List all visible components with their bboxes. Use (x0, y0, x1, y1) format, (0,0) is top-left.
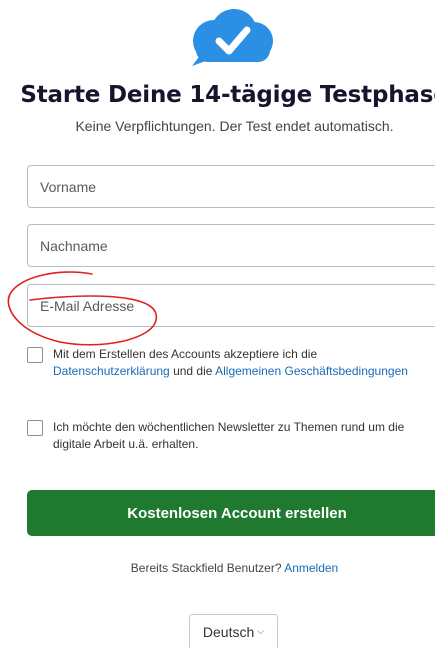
privacy-link[interactable]: Datenschutzerklärung (53, 364, 170, 378)
consent-checkbox-row[interactable]: Mit dem Erstellen des Accounts akzeptier… (27, 346, 427, 380)
create-account-button[interactable]: Kostenlosen Account erstellen (27, 490, 435, 536)
cloud-check-icon (192, 9, 273, 66)
consent-text: Mit dem Erstellen des Accounts akzeptier… (53, 347, 408, 378)
login-link[interactable]: Anmelden (284, 561, 338, 575)
newsletter-checkbox[interactable] (27, 420, 43, 436)
login-prompt: Bereits Stackfield Benutzer? Anmelden (130, 561, 339, 575)
newsletter-text: Ich möchte den wöchentlichen Newsletter … (53, 420, 405, 451)
newsletter-checkbox-row[interactable]: Ich möchte den wöchentlichen Newsletter … (27, 419, 427, 453)
last-name-input[interactable] (28, 225, 435, 266)
email-input[interactable] (28, 285, 435, 326)
page-subtitle: Keine Verpflichtungen. Der Test endet au… (75, 118, 394, 134)
chevron-down-icon: ⌵ (257, 626, 265, 636)
consent-checkbox[interactable] (27, 347, 43, 363)
first-name-field[interactable] (27, 165, 435, 208)
language-select[interactable]: Deutsch ⌵ (189, 614, 278, 648)
last-name-field[interactable] (27, 224, 435, 267)
language-label: Deutsch (202, 623, 255, 640)
email-field[interactable] (27, 284, 435, 327)
first-name-input[interactable] (28, 166, 435, 207)
page-title: Starte Deine 14-tägige Testphase (20, 82, 435, 108)
terms-link[interactable]: Allgemeinen Geschäftsbedingungen (215, 364, 408, 378)
